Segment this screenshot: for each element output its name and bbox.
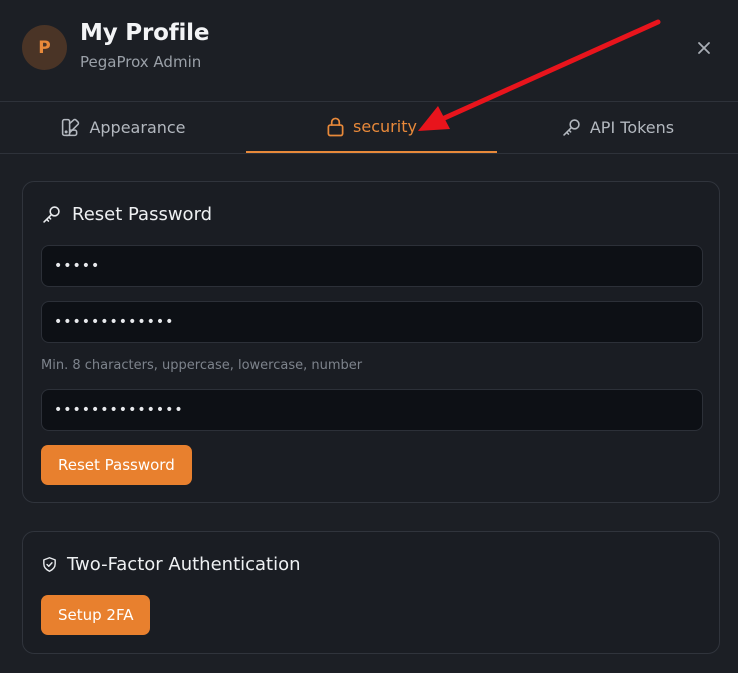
new-password-field[interactable]: ••••••••••••• xyxy=(41,301,703,343)
avatar: P xyxy=(22,25,67,70)
reset-password-button[interactable]: Reset Password xyxy=(41,445,192,485)
tab-api-tokens[interactable]: API Tokens xyxy=(497,102,738,153)
user-role-subtitle: PegaProx Admin xyxy=(80,53,202,71)
password-hint: Min. 8 characters, uppercase, lowercase,… xyxy=(41,358,363,373)
tab-appearance[interactable]: Appearance xyxy=(0,102,246,153)
reset-password-heading: Reset Password xyxy=(41,204,212,225)
reset-password-title: Reset Password xyxy=(72,204,213,225)
setup-2fa-button[interactable]: Setup 2FA xyxy=(41,595,151,635)
modal-header: P My Profile PegaProx Admin xyxy=(0,0,738,102)
two-factor-title: Two-Factor Authentication xyxy=(67,554,301,575)
profile-modal: P My Profile PegaProx Admin Appearance s xyxy=(0,0,738,673)
key-icon xyxy=(563,119,580,136)
tab-security[interactable]: security xyxy=(246,102,497,153)
reset-password-card: Reset Password ••••• ••••••••••••• Min. … xyxy=(22,181,720,503)
two-factor-heading: Two-Factor Authentication xyxy=(41,554,301,575)
two-factor-card: Two-Factor Authentication Setup 2FA xyxy=(22,531,720,654)
page-title: My Profile xyxy=(80,20,210,46)
current-password-field[interactable]: ••••• xyxy=(41,245,703,287)
tab-appearance-label: Appearance xyxy=(89,118,186,137)
profile-tabs: Appearance security API Tokens xyxy=(0,102,738,154)
close-icon xyxy=(698,42,710,54)
tab-security-label: security xyxy=(353,117,417,136)
confirm-password-field[interactable]: •••••••••••••• xyxy=(41,389,703,431)
shield-check-icon xyxy=(43,557,56,572)
key-icon xyxy=(43,206,60,223)
lock-icon xyxy=(327,117,344,137)
close-button[interactable] xyxy=(692,36,716,60)
palette-icon xyxy=(62,118,80,137)
tab-api-tokens-label: API Tokens xyxy=(589,118,675,137)
